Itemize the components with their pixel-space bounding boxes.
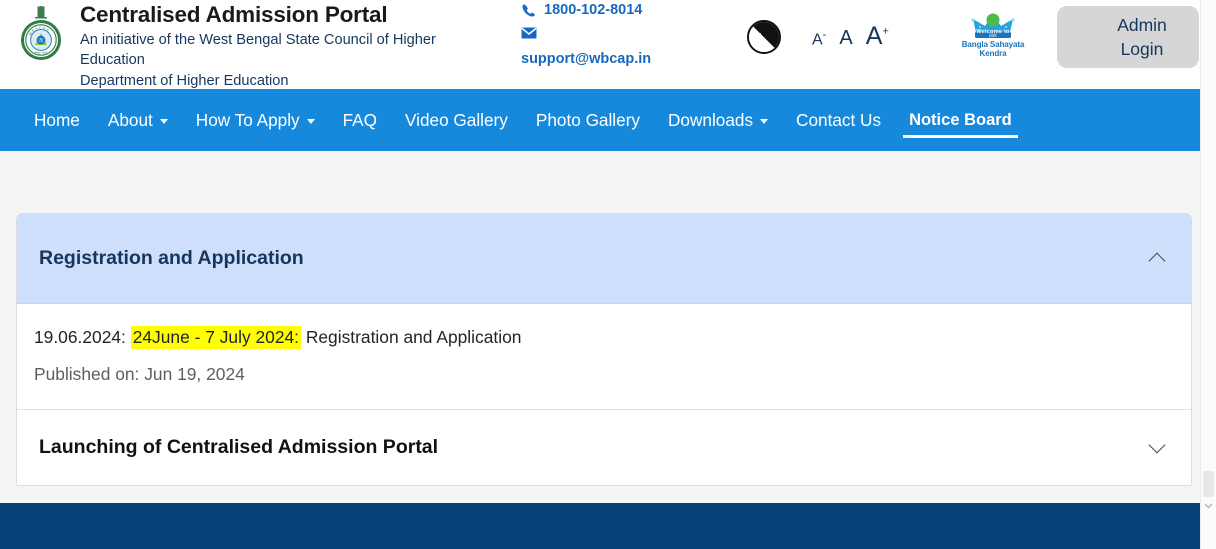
chevron-down-icon — [760, 119, 769, 124]
notice-text-suffix: Registration and Application — [301, 327, 522, 347]
notice-highlighted-dates: 24June - 7 July 2024: — [130, 326, 301, 349]
notice-text: 19.06.2024: 24June - 7 July 2024: Regist… — [34, 324, 1169, 350]
notice-date-prefix: 19.06.2024: — [34, 327, 131, 347]
nav-item-label: Home — [34, 109, 80, 130]
email-row[interactable]: support@wbcap.in — [521, 25, 651, 70]
brand-department: Department of Higher Education — [80, 73, 289, 89]
page-root: অ W.B.S.C.H.E. শিক্ষা পর্ষদ Centralised … — [0, 0, 1216, 549]
nav-item-label: How To Apply — [195, 109, 300, 130]
bsk-name-label: Bangla Sahayata Kendra — [961, 40, 1025, 58]
admin-login-line1: Admin — [1117, 15, 1167, 35]
phone-number[interactable]: 1800-102-8014 — [544, 0, 642, 21]
phone-icon — [521, 3, 536, 18]
font-decrease-sup: - — [822, 28, 827, 41]
crown-icon: BSK Welcome to — [949, 11, 1037, 39]
nav-item-notice-board[interactable]: Notice Board — [895, 89, 1026, 151]
wbschse-emblem-icon: অ W.B.S.C.H.E. শিক্ষা পর্ষদ — [14, 6, 68, 62]
nav-item-video-gallery[interactable]: Video Gallery — [391, 89, 522, 151]
bsk-welcome-label: Welcome to — [976, 28, 1010, 35]
font-decrease-button[interactable]: A- — [812, 29, 826, 49]
nav-item-label: Notice Board — [909, 110, 1012, 129]
scrollbar-thumb[interactable] — [1203, 471, 1214, 497]
svg-text:শিক্ষা পর্ষদ: শিক্ষা পর্ষদ — [33, 51, 48, 55]
brand-block: অ W.B.S.C.H.E. শিক্ষা পর্ষদ Centralised … — [0, 0, 484, 91]
nav-item-label: Contact Us — [796, 109, 882, 130]
published-on-label: Published on: Jun 19, 2024 — [34, 364, 245, 384]
accordion-title: Registration and Application — [39, 247, 304, 269]
page-title: Centralised Admission Portal — [80, 2, 388, 27]
page-scrollbar[interactable] — [1200, 0, 1216, 549]
phone-row[interactable]: 1800-102-8014 — [521, 0, 651, 21]
font-increase-sup: + — [882, 25, 889, 38]
nav-item-label: FAQ — [342, 109, 377, 130]
accordion-header-registration[interactable]: Registration and Application — [17, 214, 1191, 304]
font-size-controls: A- A A+ — [812, 22, 889, 51]
active-tab-underline — [903, 134, 1018, 138]
nav-item-label: Video Gallery — [405, 109, 508, 130]
notice-board-card: Registration and Application 19.06.2024:… — [16, 213, 1192, 486]
font-increase-label: A — [865, 22, 883, 50]
nav-item-about[interactable]: About — [94, 89, 182, 151]
font-normal-label: A — [839, 27, 853, 49]
site-footer — [0, 503, 1204, 549]
admin-login-button[interactable]: Admin Login — [1057, 6, 1199, 68]
mail-icon — [521, 25, 537, 40]
accordion-body-registration: 19.06.2024: 24June - 7 July 2024: Regist… — [17, 304, 1191, 409]
bangla-sahayata-kendra-logo[interactable]: BSK Welcome to Bangla Sahayata Kendra — [949, 11, 1037, 59]
nav-item-label: About — [107, 109, 153, 130]
font-increase-button[interactable]: A+ — [866, 22, 889, 51]
brand-subtitle: An initiative of the West Bengal State C… — [80, 32, 436, 68]
font-decrease-label: A — [812, 31, 823, 48]
nav-item-label: Photo Gallery — [535, 109, 641, 130]
chevron-down-icon[interactable] — [1147, 437, 1169, 459]
accordion-header-launching[interactable]: Launching of Centralised Admission Porta… — [17, 409, 1191, 485]
nav-item-downloads[interactable]: Downloads — [654, 89, 782, 151]
scrollbar-down-arrow-icon[interactable] — [1204, 497, 1213, 509]
site-header: অ W.B.S.C.H.E. শিক্ষা পর্ষদ Centralised … — [0, 0, 1200, 89]
nav-item-how-to-apply[interactable]: How To Apply — [182, 89, 329, 151]
chevron-down-icon — [159, 119, 168, 124]
admin-login-line2: Login — [1120, 39, 1164, 59]
nav-item-label: Downloads — [668, 109, 754, 130]
font-normal-button[interactable]: A — [839, 27, 852, 50]
accordion-title: Launching of Centralised Admission Porta… — [39, 436, 439, 458]
contact-block: 1800-102-8014 support@wbcap.in — [521, 0, 651, 70]
svg-text:অ: অ — [37, 38, 44, 45]
chevron-down-icon — [306, 119, 315, 124]
nav-item-photo-gallery[interactable]: Photo Gallery — [522, 89, 654, 151]
brand-text: Centralised Admission Portal An initiati… — [68, 2, 484, 91]
nav-item-home[interactable]: Home — [20, 89, 94, 151]
main-navigation: Home About How To Apply FAQ Video Gallery Pho… — [0, 89, 1216, 151]
nav-item-faq[interactable]: FAQ — [329, 89, 391, 151]
email-address[interactable]: support@wbcap.in — [521, 48, 651, 70]
contrast-toggle-icon[interactable] — [747, 20, 781, 54]
nav-item-contact-us[interactable]: Contact Us — [782, 89, 895, 151]
chevron-up-icon[interactable] — [1147, 248, 1169, 270]
main-content: Registration and Application 19.06.2024:… — [0, 151, 1200, 503]
